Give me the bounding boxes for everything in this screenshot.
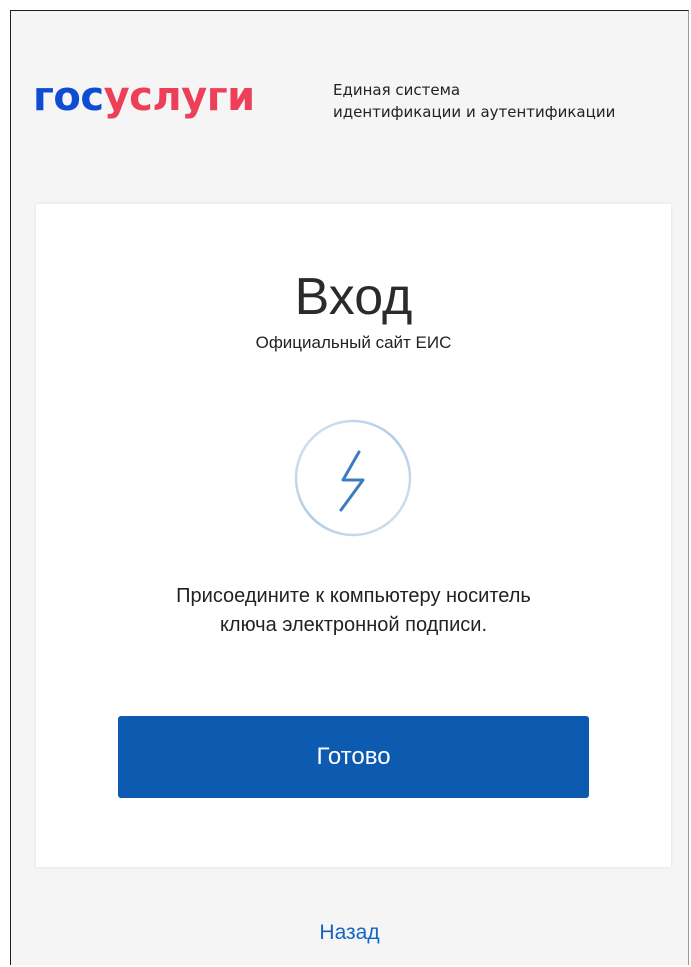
tagline-line-1: Единая система xyxy=(333,81,461,99)
logo-part-uslugi: услуги xyxy=(103,74,256,120)
instructions: Присоедините к компьютеру носитель ключа… xyxy=(36,582,671,640)
instruction-line-1: Присоедините к компьютеру носитель xyxy=(176,585,531,607)
done-button[interactable]: Готово xyxy=(118,716,589,798)
instruction-line-2: ключа электронной подписи. xyxy=(219,614,488,636)
login-card: Вход Официальный сайт ЕИС Присоедините к… xyxy=(36,204,671,867)
back-link[interactable]: Назад xyxy=(11,919,688,947)
tagline-line-2: идентификации и аутентификации xyxy=(333,103,616,121)
header: госуслуги Единая система идентификации и… xyxy=(33,73,673,133)
lightning-bolt-icon xyxy=(294,419,412,537)
logo-part-gos: гос xyxy=(33,74,104,120)
page-subtitle: Официальный сайт ЕИС xyxy=(255,333,452,352)
tagline: Единая система идентификации и аутентифи… xyxy=(333,79,615,123)
page-title: Вход xyxy=(294,268,413,326)
login-page: госуслуги Единая система идентификации и… xyxy=(10,10,689,965)
gosuslugi-logo: госуслуги xyxy=(33,73,255,121)
